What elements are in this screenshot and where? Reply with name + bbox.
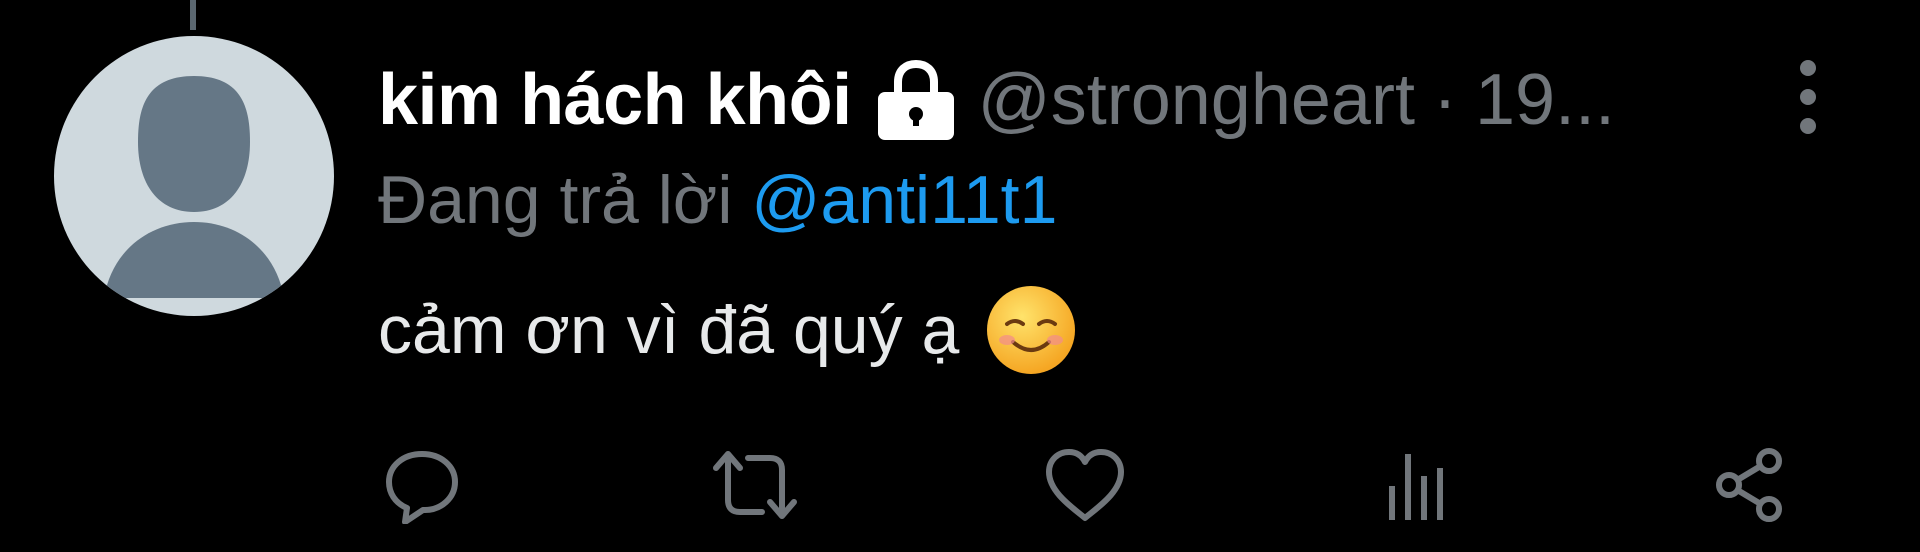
tweet-timestamp[interactable]: 19... — [1475, 59, 1615, 141]
more-vertical-icon — [1800, 60, 1816, 134]
views-icon — [1389, 454, 1443, 520]
retweet-icon — [713, 451, 797, 519]
tweet-content: kim hách khôi @strongheart · 19... Đang … — [378, 48, 1818, 380]
reply-button[interactable] — [377, 440, 467, 530]
like-button[interactable] — [1040, 440, 1130, 530]
display-name[interactable]: kim hách khôi — [378, 59, 852, 141]
reply-icon — [386, 451, 458, 524]
tweet-header: kim hách khôi @strongheart · 19... — [378, 48, 1818, 152]
tweet-text: cảm ơn vì đã quý ạ — [378, 280, 1818, 380]
reply-prefix: Đang trả lời — [378, 162, 733, 238]
thread-connector-line — [190, 0, 196, 30]
user-handle[interactable]: @strongheart — [978, 59, 1415, 141]
tweet-actions — [0, 440, 1920, 530]
views-button[interactable] — [1372, 440, 1462, 530]
avatar[interactable] — [54, 36, 334, 316]
smiling-face-icon — [985, 284, 1077, 376]
share-icon — [1716, 448, 1782, 522]
retweet-button[interactable] — [710, 440, 800, 530]
more-options-button[interactable] — [1778, 58, 1838, 136]
tweet-text-body: cảm ơn vì đã quý ạ — [378, 292, 960, 368]
separator-dot: · — [1432, 60, 1457, 140]
share-button[interactable] — [1704, 440, 1794, 530]
replying-to: Đang trả lời @anti11t1 — [378, 152, 1818, 248]
heart-icon — [1046, 449, 1124, 521]
reply-target-link[interactable]: @anti11t1 — [751, 162, 1057, 238]
lock-icon — [874, 58, 958, 142]
default-avatar-icon — [104, 76, 284, 298]
